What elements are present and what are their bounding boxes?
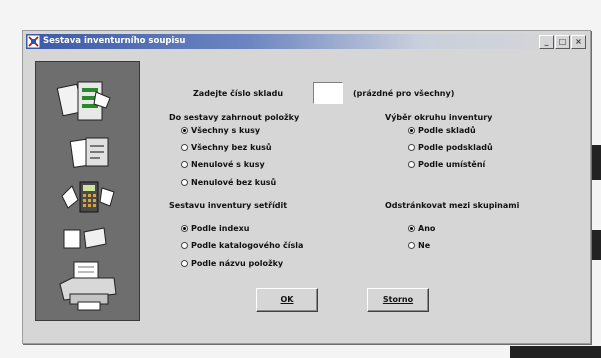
side-illustration-panel: [35, 61, 140, 321]
radio-label: Podle umístění: [418, 160, 486, 169]
background-strip: [590, 230, 601, 260]
radio-page-break-no[interactable]: Ne: [408, 241, 430, 250]
radio-include-all-with-pieces[interactable]: Všechny s kusy: [181, 126, 260, 135]
radio-sort-by-index[interactable]: Podle indexu: [181, 224, 249, 233]
radio-include-nonzero-without-pieces[interactable]: Nenulové bez kusů: [181, 178, 276, 187]
radio-label: Ne: [418, 241, 431, 250]
ok-button-label: OK: [280, 295, 294, 304]
maximize-button[interactable]: □: [555, 35, 570, 49]
radio-button[interactable]: [181, 127, 188, 134]
radio-scope-by-location[interactable]: Podle umístění: [408, 160, 485, 169]
radio-page-break-yes[interactable]: Ano: [408, 224, 435, 233]
document-stack-icon: [56, 81, 111, 121]
radio-button[interactable]: [181, 225, 188, 232]
inventory-scope-label: Výběr okruhu inventury: [385, 113, 493, 122]
papers-icon: [69, 137, 109, 168]
page-break-label: Odstránkovat mezi skupinami: [385, 201, 520, 210]
background-strip: [510, 346, 601, 358]
radio-sort-by-item-name[interactable]: Podle názvu položky: [181, 259, 283, 268]
radio-button[interactable]: [408, 127, 415, 134]
background-strip: [590, 145, 601, 180]
minimize-button[interactable]: _: [539, 35, 554, 49]
ok-button[interactable]: OK: [256, 288, 318, 312]
calculator-icon: [61, 181, 115, 213]
radio-button[interactable]: [181, 144, 188, 151]
cancel-button[interactable]: Storno: [367, 288, 429, 312]
radio-button[interactable]: [181, 242, 188, 249]
radio-button[interactable]: [408, 144, 415, 151]
radio-button[interactable]: [408, 161, 415, 168]
radio-label: Všechny bez kusů: [191, 143, 272, 152]
radio-button[interactable]: [408, 225, 415, 232]
radio-label: Nenulové bez kusů: [191, 178, 277, 187]
radio-include-nonzero-with-pieces[interactable]: Nenulové s kusy: [181, 160, 265, 169]
radio-label: Podle katalogového čísla: [191, 241, 304, 250]
radio-button[interactable]: [181, 260, 188, 267]
app-icon: [27, 35, 40, 48]
warehouse-number-hint: (prázdné pro všechny): [353, 89, 455, 98]
radio-label: Nenulové s kusy: [191, 160, 265, 169]
cancel-button-label: Storno: [382, 295, 414, 304]
close-button[interactable]: ×: [571, 35, 586, 49]
radio-label: Ano: [418, 224, 436, 233]
warehouse-number-label: Zadejte číslo skladu: [193, 89, 284, 98]
sort-report-label: Sestavu inventury setřídit: [169, 201, 288, 210]
include-items-label: Do sestavy zahrnout položky: [169, 113, 300, 122]
window-title: Sestava inventurního soupisu: [43, 36, 186, 46]
radio-scope-by-warehouse[interactable]: Podle skladů: [408, 126, 476, 135]
radio-label: Podle názvu položky: [191, 259, 284, 268]
radio-include-all-without-pieces[interactable]: Všechny bez kusů: [181, 143, 272, 152]
receipt-icon: [63, 227, 107, 249]
radio-button[interactable]: [408, 242, 415, 249]
dialog-window: Sestava inventurního soupisu _ □ × Zadej…: [22, 30, 591, 344]
title-bar[interactable]: Sestava inventurního soupisu _ □ ×: [26, 34, 587, 49]
radio-label: Všechny s kusy: [191, 126, 261, 135]
radio-button[interactable]: [181, 161, 188, 168]
radio-button[interactable]: [181, 179, 188, 186]
radio-label: Podle podskladů: [418, 143, 493, 152]
warehouse-number-input[interactable]: [313, 82, 343, 104]
printer-icon: [59, 261, 117, 311]
radio-sort-by-catalog-number[interactable]: Podle katalogového čísla: [181, 241, 303, 250]
radio-label: Podle skladů: [418, 126, 476, 135]
radio-scope-by-subwarehouse[interactable]: Podle podskladů: [408, 143, 493, 152]
radio-label: Podle indexu: [191, 224, 250, 233]
window-controls: _ □ ×: [539, 35, 586, 49]
